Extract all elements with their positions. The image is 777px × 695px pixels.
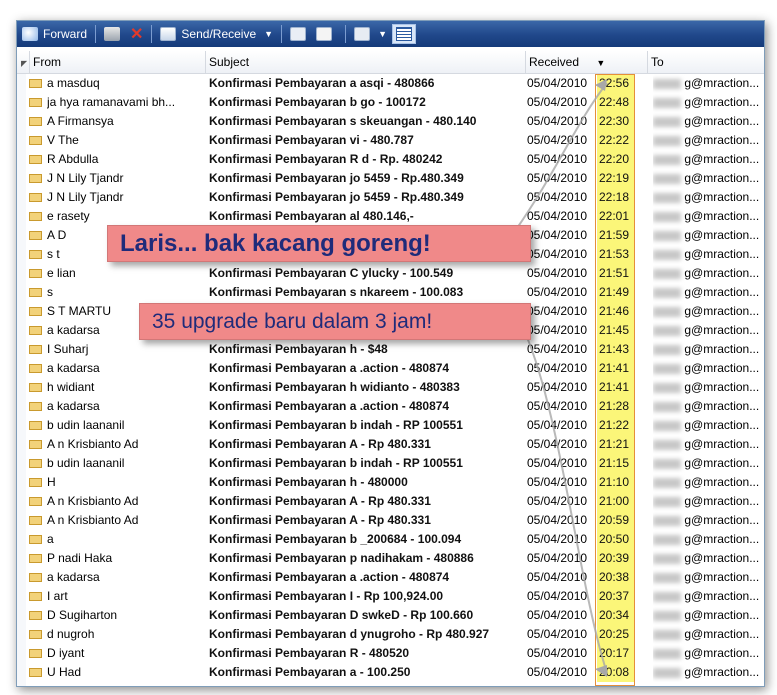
- mail-window: Forward ✕ Send/Receive ▼ ▼ ◤ From Subjec…: [16, 20, 765, 687]
- arrow-up: [514, 82, 608, 232]
- headline-callout: Laris... bak kacang goreng!: [107, 225, 531, 262]
- arrow-overlay: [514, 79, 608, 677]
- subline-callout: 35 upgrade baru dalam 3 jam!: [139, 303, 531, 340]
- arrowhead-down: [595, 665, 607, 677]
- arrow-down: [514, 312, 608, 674]
- arrowhead-up: [595, 79, 607, 91]
